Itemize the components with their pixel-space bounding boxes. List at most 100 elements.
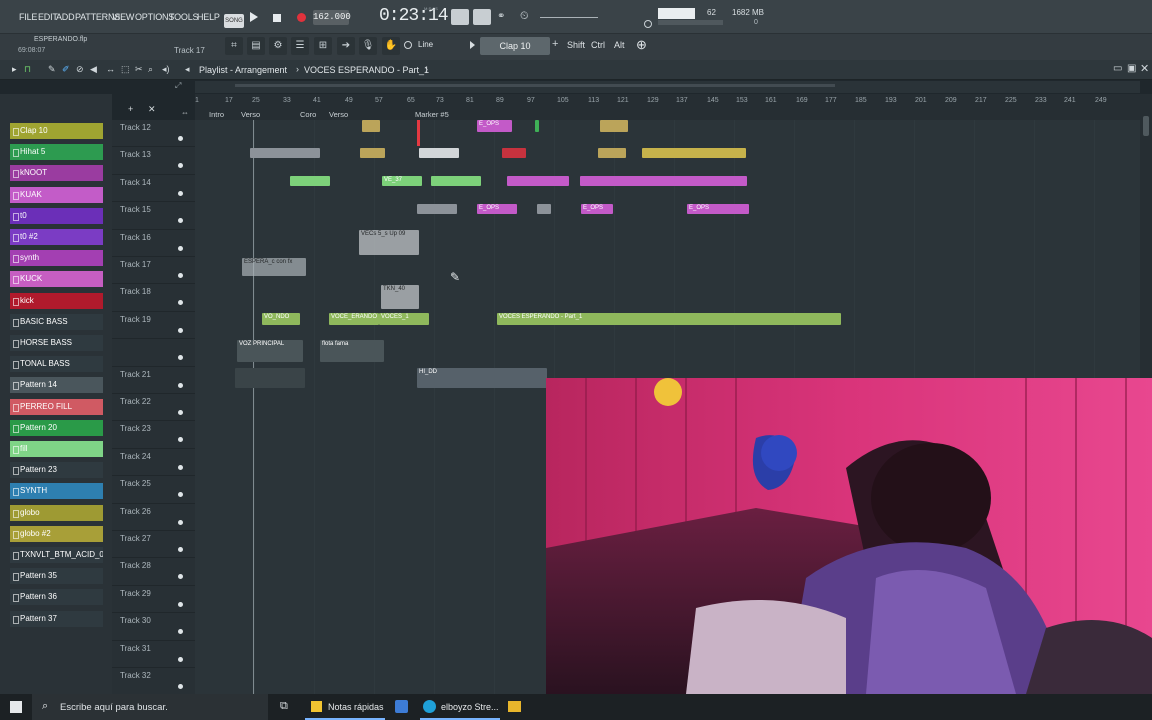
outlook-icon[interactable]	[395, 700, 408, 713]
pattern-item[interactable]: Clap 10	[10, 123, 103, 139]
pattern-item[interactable]: fill	[10, 441, 103, 457]
timeline-marker[interactable]: Intro	[209, 110, 224, 119]
menu-view[interactable]: VIEW	[112, 12, 134, 22]
pattern-prev-icon[interactable]	[470, 41, 475, 49]
pattern-item[interactable]: kick	[10, 292, 103, 309]
pattern-item[interactable]: t0 #2	[10, 229, 103, 245]
taskbar-app-notes[interactable]: Notas rápidas	[305, 694, 385, 720]
track-mute-button[interactable]	[178, 382, 183, 388]
draw-tool-icon[interactable]: ✎	[48, 64, 56, 75]
audio-clip[interactable]: TKN_40	[381, 285, 419, 309]
pattern-item[interactable]: HORSE BASS	[10, 335, 103, 351]
plugin-icon[interactable]: ✋	[382, 37, 400, 55]
piano-roll-icon[interactable]: ▤	[247, 37, 265, 55]
pattern-song-toggle[interactable]: SONG	[224, 14, 244, 28]
pattern-selector[interactable]: Clap 10	[480, 37, 550, 55]
tempo-display[interactable]: 162.000	[313, 10, 351, 25]
track-mute-button[interactable]	[178, 410, 183, 415]
pattern-clip[interactable]	[535, 120, 539, 132]
pattern-item[interactable]: KUAK	[10, 186, 103, 203]
maximize-icon[interactable]: ▣	[1127, 63, 1136, 74]
audio-clip[interactable]: VOCES_1	[379, 313, 429, 325]
file-explorer-icon[interactable]	[508, 701, 521, 712]
timeline-marker[interactable]: Verso	[241, 110, 260, 119]
pattern-clip[interactable]	[600, 120, 628, 132]
zoom-tool-icon[interactable]: ⌕	[148, 64, 153, 75]
pattern-item[interactable]: TXNVLT_BTM_ACID_07(E)	[10, 547, 103, 563]
master-pitch-slider[interactable]	[540, 17, 598, 18]
pattern-clip[interactable]: E_OPS	[477, 204, 517, 214]
pattern-item[interactable]: TONAL BASS	[10, 356, 103, 373]
track-mute-button[interactable]	[178, 684, 183, 689]
timeline-marker[interactable]: Marker #5	[415, 110, 449, 119]
track-mute-button[interactable]	[178, 355, 183, 361]
track-mute-button[interactable]	[178, 574, 183, 580]
step-edit-icon[interactable]	[451, 9, 469, 25]
track-mute-button[interactable]	[178, 519, 183, 525]
track-mute-button[interactable]	[178, 245, 183, 251]
pattern-clip[interactable]	[507, 176, 569, 186]
track-mute-button[interactable]	[178, 327, 183, 333]
resize-header-icon[interactable]: ⇔	[181, 108, 189, 117]
audio-clip[interactable]: VOCES ESPERANDO - Part_1	[497, 313, 841, 325]
track-mute-button[interactable]	[178, 163, 183, 169]
pattern-clip[interactable]: E_OPS	[581, 204, 613, 214]
online-icon[interactable]: ⊕	[636, 37, 647, 53]
pattern-clip[interactable]: VE_37	[382, 176, 422, 186]
playlist-arrow-icon[interactable]: ▸	[12, 64, 17, 75]
record-icon[interactable]	[297, 13, 306, 22]
ctrl-key[interactable]: Ctrl	[591, 40, 605, 50]
delete-tool-icon[interactable]: ⊘	[76, 64, 84, 75]
track-mute-button[interactable]	[178, 547, 183, 552]
menu-tools[interactable]: TOOLS	[169, 12, 199, 22]
track-mute-button[interactable]	[178, 437, 183, 443]
audio-clip[interactable]: VOCE_ERANDO	[329, 313, 379, 325]
track-mute-button[interactable]	[178, 629, 183, 635]
remove-track-icon[interactable]: ✕	[148, 104, 156, 115]
audio-clip[interactable]: VO_NDO	[262, 313, 300, 325]
pattern-clip[interactable]	[419, 148, 459, 158]
slice-tool-icon[interactable]: ✂	[135, 64, 143, 75]
menu-help[interactable]: HELP	[197, 12, 220, 22]
track-mute-button[interactable]	[178, 656, 183, 662]
pattern-clip[interactable]	[290, 176, 330, 186]
windows-start-icon[interactable]	[10, 701, 22, 713]
pattern-item[interactable]: Hihat 5	[10, 144, 103, 161]
audio-clip-muted[interactable]: VOZ PRINCIPAL	[237, 340, 303, 362]
wait-input-icon[interactable]: ⚭	[497, 11, 505, 22]
pattern-item[interactable]: Pattern 37	[10, 610, 103, 627]
countdown-icon[interactable]: ⏲	[520, 10, 529, 23]
pattern-item[interactable]: synth	[10, 250, 103, 267]
microphone-icon[interactable]: 🎙	[359, 37, 377, 55]
pattern-item[interactable]: Pattern 23	[10, 462, 103, 479]
menu-edit[interactable]: EDIT	[38, 12, 58, 22]
audio-clip-muted[interactable]: HI_DD	[417, 368, 547, 388]
overview-scroll-icon[interactable]: ⤢	[175, 81, 195, 93]
pattern-item[interactable]: Pattern 14	[10, 377, 103, 394]
pattern-item[interactable]: BASIC BASS	[10, 313, 103, 330]
master-volume-knob[interactable]	[644, 20, 652, 28]
pattern-clip[interactable]: E_OPS	[477, 120, 512, 132]
paint-tool-icon[interactable]: ✐	[62, 64, 70, 75]
pattern-clip[interactable]	[417, 204, 457, 214]
menu-file[interactable]: FILE	[19, 12, 37, 22]
audio-clip-muted[interactable]	[235, 368, 305, 388]
audio-clip-muted[interactable]: flota fama	[320, 340, 384, 362]
pattern-clip[interactable]: E_OPS	[687, 204, 749, 214]
add-pattern-icon[interactable]: +	[552, 38, 558, 50]
track-mute-button[interactable]	[178, 218, 183, 224]
pattern-item[interactable]: SYNTH	[10, 483, 103, 500]
audio-clip[interactable]: ESPERA_c con fx	[242, 258, 306, 276]
taskbar-app-browser[interactable]: elboyzo Stre...	[420, 694, 500, 720]
pattern-clip[interactable]	[580, 176, 747, 186]
pattern-picker-arrow-icon[interactable]: ◂	[185, 64, 190, 75]
pattern-item[interactable]: Pattern 20	[10, 419, 103, 436]
stop-icon[interactable]	[273, 14, 281, 22]
magnet-icon[interactable]	[404, 41, 412, 49]
mute-tool-icon[interactable]: ◀	[90, 64, 97, 75]
pattern-clip[interactable]	[431, 176, 481, 186]
playback-tool-icon[interactable]: ◂)	[162, 64, 170, 75]
playlist-icon[interactable]: ⌗	[225, 37, 243, 55]
menu-add[interactable]: ADD	[56, 12, 75, 22]
alt-key[interactable]: Alt	[614, 40, 625, 50]
